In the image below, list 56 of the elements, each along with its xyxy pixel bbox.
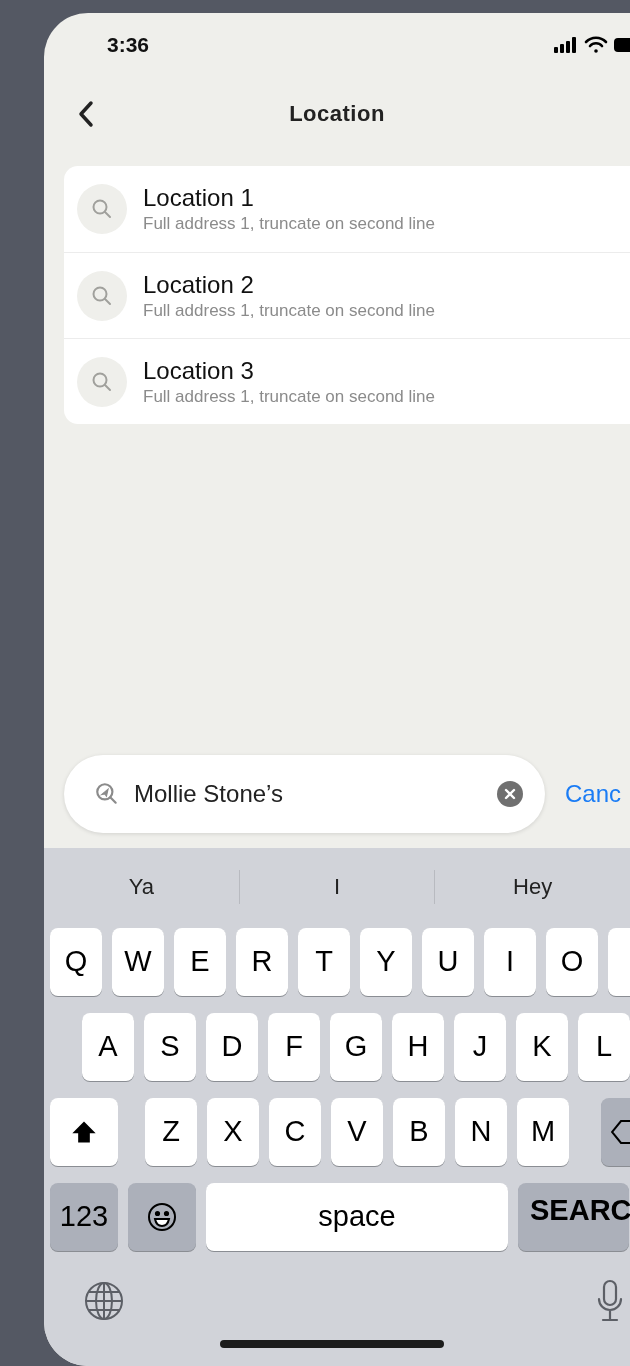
- keyboard-key[interactable]: M: [517, 1098, 569, 1166]
- keyboard-key[interactable]: Q: [50, 928, 102, 996]
- signal-icon: [554, 37, 578, 53]
- clear-icon[interactable]: [497, 781, 523, 807]
- keyboard-key[interactable]: S: [144, 1013, 196, 1081]
- keyboard-key[interactable]: G: [330, 1013, 382, 1081]
- suggestion[interactable]: Ya: [44, 870, 239, 903]
- emoji-key[interactable]: [128, 1183, 196, 1251]
- keyboard-key[interactable]: X: [207, 1098, 259, 1166]
- keyboard-key[interactable]: B: [393, 1098, 445, 1166]
- keyboard-key[interactable]: D: [206, 1013, 258, 1081]
- location-address: Full address 1, truncate on second line: [143, 385, 435, 408]
- search-icon: [90, 197, 114, 221]
- keyboard-key[interactable]: C: [269, 1098, 321, 1166]
- search-key[interactable]: SEARC: [518, 1183, 629, 1251]
- keyboard-key[interactable]: Y: [360, 928, 412, 996]
- keyboard-key[interactable]: U: [422, 928, 474, 996]
- keyboard-key[interactable]: K: [516, 1013, 568, 1081]
- keyboard-key[interactable]: E: [174, 928, 226, 996]
- microphone-icon[interactable]: [596, 1278, 624, 1323]
- suggestion[interactable]: I: [239, 870, 435, 903]
- result-row[interactable]: Location 3 Full address 1, truncate on second line: [64, 338, 630, 424]
- search-value: Mollie Stone’s: [134, 779, 284, 809]
- location-name: Location 2: [143, 269, 255, 300]
- space-key[interactable]: space: [206, 1183, 508, 1251]
- keyboard-key[interactable]: W: [112, 928, 164, 996]
- keyboard-key[interactable]: A: [82, 1013, 134, 1081]
- keyboard-key[interactable]: L: [578, 1013, 630, 1081]
- search-field[interactable]: Mollie Stone’s: [64, 755, 545, 833]
- globe-icon[interactable]: [84, 1280, 124, 1321]
- location-address: Full address 1, truncate on second line: [143, 299, 435, 322]
- suggestion[interactable]: Hey: [435, 870, 630, 903]
- page-title: Location: [289, 99, 385, 128]
- wifi-icon: [584, 36, 608, 54]
- keyboard-key[interactable]: Z: [145, 1098, 197, 1166]
- keyboard-key[interactable]: T: [298, 928, 350, 996]
- battery-icon: [614, 38, 630, 52]
- location-name: Location 3: [143, 355, 255, 386]
- result-row[interactable]: Location 1 Full address 1, truncate on second line: [64, 166, 630, 252]
- keyboard-key[interactable]: J: [454, 1013, 506, 1081]
- smiley-icon: [146, 1201, 178, 1233]
- location-search-icon: [94, 781, 120, 807]
- shift-key[interactable]: [50, 1098, 118, 1166]
- keyboard-key[interactable]: H: [392, 1013, 444, 1081]
- location-name: Location 1: [143, 183, 255, 213]
- keyboard-key[interactable]: N: [455, 1098, 507, 1166]
- numbers-key[interactable]: 123: [50, 1183, 118, 1251]
- keyboard-key[interactable]: O: [546, 928, 598, 996]
- keyboard-key[interactable]: F: [268, 1013, 320, 1081]
- status-time: 3:36: [107, 32, 150, 59]
- chevron-left-icon: [77, 100, 95, 128]
- location-address: Full address 1, truncate on second line: [143, 213, 435, 235]
- result-row[interactable]: Location 2 Full address 1, truncate on second line: [64, 252, 630, 338]
- keyboard-key[interactable]: V: [331, 1098, 383, 1166]
- keyboard-key[interactable]: I: [484, 928, 536, 996]
- keyboard-key[interactable]: R: [236, 928, 288, 996]
